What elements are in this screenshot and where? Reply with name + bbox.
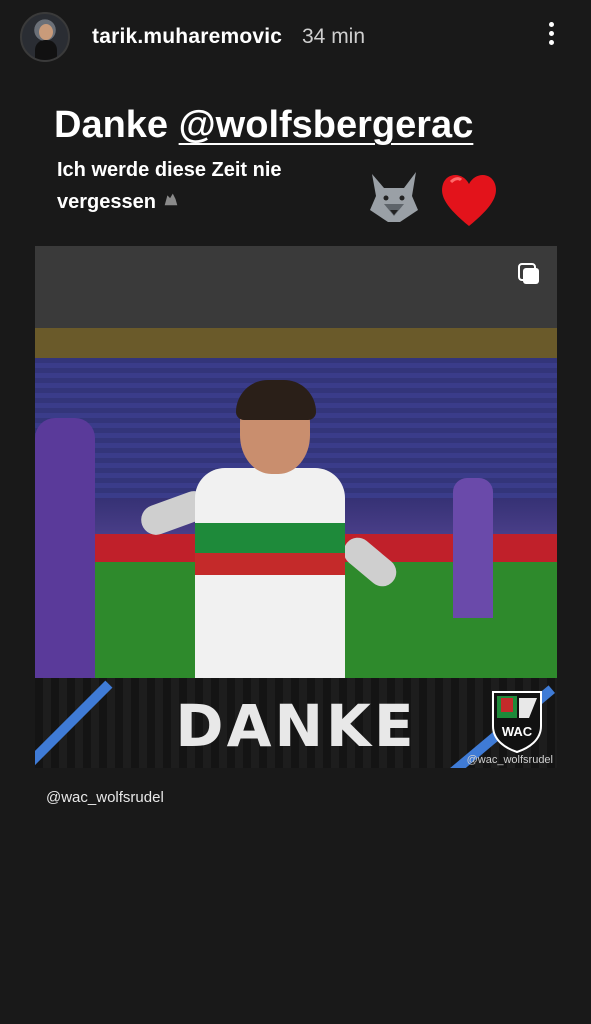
wac-logo: WAC xyxy=(489,688,545,754)
more-options-icon[interactable] xyxy=(544,22,558,52)
post-time: 34 min xyxy=(302,25,366,48)
story-header: tarik.muharemovic 34 min xyxy=(0,0,591,76)
shared-post[interactable]: DANKE WAC @wac_wolfsrudel xyxy=(35,246,557,768)
small-wolf-icon xyxy=(162,191,180,213)
avatar-face xyxy=(39,24,53,40)
featured-player xyxy=(136,358,402,678)
mention-sticker[interactable]: @wac_wolfsrudel xyxy=(46,789,164,806)
background-player xyxy=(453,478,493,618)
story-subtitle: Ich werde diese Zeit nie vergessen xyxy=(57,154,357,218)
story-title: Danke @wolfsbergerac xyxy=(54,104,473,147)
heart-icon xyxy=(437,168,501,230)
mention-link[interactable]: @wolfsbergerac xyxy=(179,104,474,146)
post-credit: @wac_wolfsrudel xyxy=(466,754,553,766)
logo-text: WAC xyxy=(501,724,533,739)
title-text: Danke xyxy=(54,104,169,146)
username-link[interactable]: tarik.muharemovic xyxy=(92,25,282,49)
background-player xyxy=(35,418,95,678)
profile-avatar[interactable] xyxy=(20,12,70,62)
post-photo xyxy=(35,328,557,678)
wolf-icon xyxy=(362,166,426,228)
danke-banner: DANKE WAC @wac_wolfsrudel xyxy=(35,678,557,768)
post-header-bar xyxy=(35,246,557,328)
avatar-body xyxy=(35,40,57,60)
carousel-icon xyxy=(517,262,541,286)
banner-text: DANKE xyxy=(175,692,417,760)
